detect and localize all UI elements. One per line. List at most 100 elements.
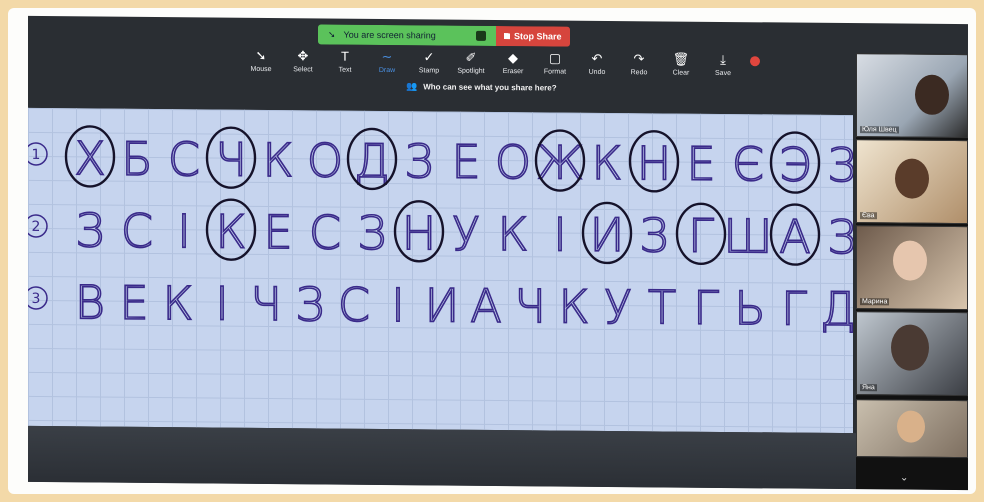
handwritten-letter: Г	[781, 281, 807, 335]
spotlight-icon: ✐	[465, 49, 477, 65]
participant-name: Юля Швец	[860, 126, 899, 134]
participant-video	[891, 324, 929, 371]
handwritten-letter: З	[295, 277, 324, 331]
tool-clear[interactable]: 🗑 Clear	[666, 51, 696, 77]
stamp-check-icon: ✓	[423, 49, 435, 65]
handwritten-letter: З	[404, 134, 433, 188]
participant-tile[interactable]	[856, 399, 968, 459]
close-annotation-icon[interactable]	[750, 56, 760, 67]
handwritten-letter: З	[827, 138, 853, 192]
handwritten-letter: Е	[686, 137, 715, 191]
move-icon: ✥	[297, 48, 309, 64]
handwritten-letter: И	[590, 208, 625, 262]
undo-icon: ↶	[591, 50, 603, 66]
tool-label: Save	[715, 69, 731, 78]
handwritten-letter: У	[452, 207, 480, 261]
handwritten-letter: Ш	[723, 209, 772, 263]
handwritten-letter: К	[216, 205, 247, 259]
handwritten-letter: Т	[648, 280, 676, 334]
tool-select[interactable]: ✥ Select	[288, 48, 318, 73]
tool-label: Text	[338, 66, 352, 74]
tool-stamp[interactable]: ✓ Stamp	[414, 49, 444, 74]
handwritten-letter: І	[177, 204, 191, 258]
handwritten-letter: Б	[121, 132, 153, 186]
handwritten-letter: А	[779, 209, 810, 263]
participant-video	[897, 410, 925, 443]
tool-label: Undo	[588, 68, 606, 76]
draw-icon: ∼	[381, 48, 393, 65]
tool-draw[interactable]: ∼ Draw	[372, 49, 402, 74]
participant-tile[interactable]: Марина	[856, 225, 968, 311]
tool-undo[interactable]: ↶ Undo	[582, 51, 612, 76]
handwritten-letter: С	[168, 132, 200, 186]
handwritten-letter: Д	[354, 134, 390, 188]
handwritten-letter: К	[559, 280, 590, 334]
tool-text[interactable]: T Text	[330, 49, 360, 74]
shield-icon[interactable]	[476, 30, 486, 41]
row-number: 2	[32, 219, 41, 235]
handwritten-letter: З	[357, 206, 386, 260]
handwritten-letter: К	[263, 133, 294, 187]
screen-sharing-banner: ➘ You are screen sharing Stop Share	[318, 24, 570, 47]
tool-label: Mouse	[250, 65, 272, 74]
tool-save[interactable]: ⤓ Save	[708, 52, 738, 77]
handwritten-letter: С	[338, 278, 370, 332]
tool-format[interactable]: ▢ Format	[540, 50, 570, 75]
tool-label: Eraser	[502, 68, 524, 76]
handwritten-letter: Е	[451, 135, 480, 189]
handwritten-letter: Ч	[215, 133, 247, 187]
handwritten-letter: Е	[119, 276, 148, 330]
chevron-down-icon[interactable]: ⌄	[900, 473, 908, 484]
handwritten-letter: К	[592, 136, 623, 190]
handwriting-canvas[interactable]: 1 Х Б С Ч К О Д З Е О Ж К Н Е Є Э З2 З С І К Е С З Н У К І И З Г Ш А З3 В Е К…	[28, 108, 853, 433]
handwritten-letter: В	[75, 275, 105, 329]
participants-panel: Юля Швец Єва Марина Яна ⌄	[856, 53, 968, 491]
row-number: 3	[32, 291, 41, 307]
handwritten-letter: З	[827, 210, 853, 264]
handwritten-letter: А	[470, 279, 501, 333]
handwritten-letter: Э	[779, 137, 811, 191]
handwritten-letter: Ь	[734, 281, 766, 335]
handwritten-letter: К	[163, 276, 194, 330]
tool-mouse[interactable]: ➘ Mouse	[246, 48, 276, 73]
handwritten-letter: І	[553, 207, 567, 261]
pin-icon[interactable]: ➘	[328, 29, 336, 40]
handwritten-letter: З	[75, 203, 104, 257]
stop-share-button[interactable]: Stop Share	[496, 25, 570, 47]
screen-bottom-area	[28, 425, 856, 490]
handwritten-letter: Г	[693, 281, 719, 335]
tool-redo[interactable]: ↷ Redo	[624, 51, 654, 76]
participant-tile[interactable]: Юля Швец	[856, 53, 968, 139]
participant-name: Єва	[860, 212, 877, 220]
participant-name: Марина	[860, 298, 890, 306]
zoom-screen-share-window: ➘ You are screen sharing Stop Share ➘ Mou…	[28, 15, 968, 491]
who-can-see-text: Who can see what you share here?	[423, 82, 557, 93]
handwritten-letter: У	[604, 280, 632, 334]
handwritten-letter: Ч	[514, 279, 546, 333]
mouse-pointer-icon: ➘	[255, 47, 267, 63]
handwritten-letter: Н	[402, 206, 437, 260]
sharing-status-text: You are screen sharing	[343, 29, 436, 41]
handwritten-letter: Е	[263, 205, 292, 259]
participant-tile[interactable]: Яна	[856, 311, 968, 397]
handwritten-letter: І	[215, 277, 229, 331]
tool-eraser[interactable]: ◆ Eraser	[498, 50, 528, 75]
handwritten-letter: Є	[732, 137, 764, 191]
handwritten-letter: І	[391, 278, 405, 332]
annotation-toolbar: ➘ Mouse ✥ Select T Text ∼ Draw ✓ Stamp ✐ Spotlight ◆…	[246, 48, 760, 77]
text-icon: T	[341, 48, 349, 64]
trash-icon: 🗑	[672, 51, 690, 67]
eraser-icon: ◆	[508, 50, 518, 66]
row-number: 1	[32, 147, 41, 163]
handwritten-letter: Ч	[250, 277, 282, 331]
save-icon: ⤓	[720, 51, 726, 67]
tool-label: Select	[293, 66, 313, 74]
handwritten-letter: З	[639, 208, 668, 262]
who-can-see-link[interactable]: 👥 Who can see what you share here?	[406, 81, 557, 93]
whiteboard[interactable]: 1ХБСЧКОДЗЕОЖКНЕЄЭЗ2ЗСІКЕСЗНУКІИЗГШАЗ3ВЕК…	[28, 107, 853, 434]
handwritten-letter: О	[495, 135, 531, 189]
handwritten-letter: И	[425, 278, 460, 332]
participant-tile[interactable]: Єва	[856, 139, 968, 225]
tool-spotlight[interactable]: ✐ Spotlight	[456, 50, 486, 75]
handwritten-letter: Н	[637, 136, 672, 190]
